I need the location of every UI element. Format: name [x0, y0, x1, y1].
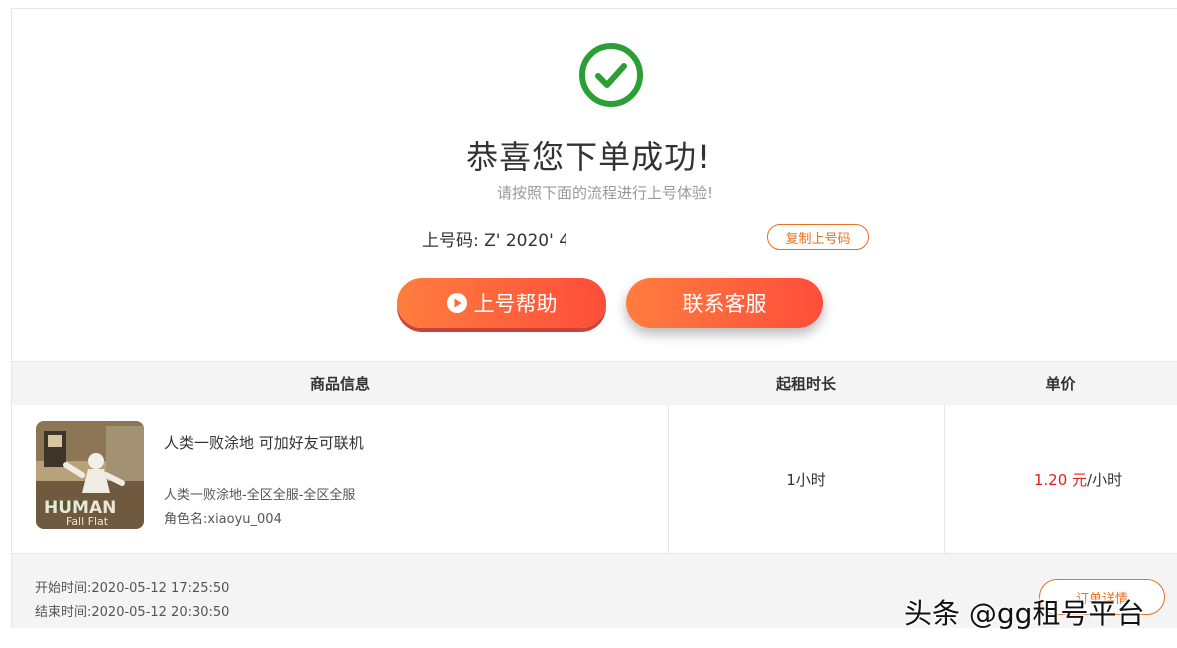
redaction-mask: [566, 222, 736, 248]
table-header: 商品信息 起租时长 单价: [12, 361, 1177, 406]
table-row: HUMAN Fall Flat 人类一败涂地 可加好友可联机 人类一败涂地-全区…: [12, 405, 1177, 554]
copy-code-button[interactable]: 复制上号码: [767, 224, 869, 250]
login-code-label: 上号码:: [422, 231, 479, 251]
rent-duration-value: 1小时: [786, 471, 826, 489]
check-circle-icon: [579, 43, 643, 107]
product-thumbnail[interactable]: HUMAN Fall Flat: [36, 421, 144, 529]
play-circle-icon: [446, 293, 467, 313]
price-unit: /小时: [1087, 471, 1123, 489]
header-rent-duration: 起租时长: [775, 375, 836, 393]
page-title: 恭喜您下单成功!: [466, 138, 711, 176]
thumbnail-logo-subtext: Fall Flat: [66, 515, 109, 528]
help-button-label: 上号帮助: [473, 292, 558, 316]
product-role: 角色名:xiaoyu_004: [164, 512, 282, 527]
page-subtitle: 请按照下面的流程进行上号体验!: [496, 184, 713, 202]
header-product-info: 商品信息: [309, 375, 370, 393]
login-code-value: Z' 2020' 4: [484, 231, 571, 251]
end-time: 结束时间:2020-05-12 20:30:50: [35, 605, 230, 620]
product-server: 人类一败涂地-全区全服-全区全服: [164, 488, 356, 503]
unit-price: 1.20 元/小时: [944, 469, 1177, 490]
help-button[interactable]: 上号帮助: [397, 278, 606, 328]
header-unit-price: 单价: [1045, 375, 1076, 393]
product-name[interactable]: 人类一败涂地 可加好友可联机: [164, 432, 364, 453]
contact-service-button[interactable]: 联系客服: [626, 278, 823, 328]
price-value: 1.20 元: [1033, 471, 1088, 489]
product-image: HUMAN Fall Flat: [36, 421, 144, 529]
watermark: 头条 @gg租号平台: [904, 597, 1145, 630]
start-time: 开始时间:2020-05-12 17:25:50: [35, 581, 230, 596]
contact-service-label: 联系客服: [682, 292, 767, 316]
login-code-row: 上号码: Z' 2020' 4: [422, 226, 570, 251]
